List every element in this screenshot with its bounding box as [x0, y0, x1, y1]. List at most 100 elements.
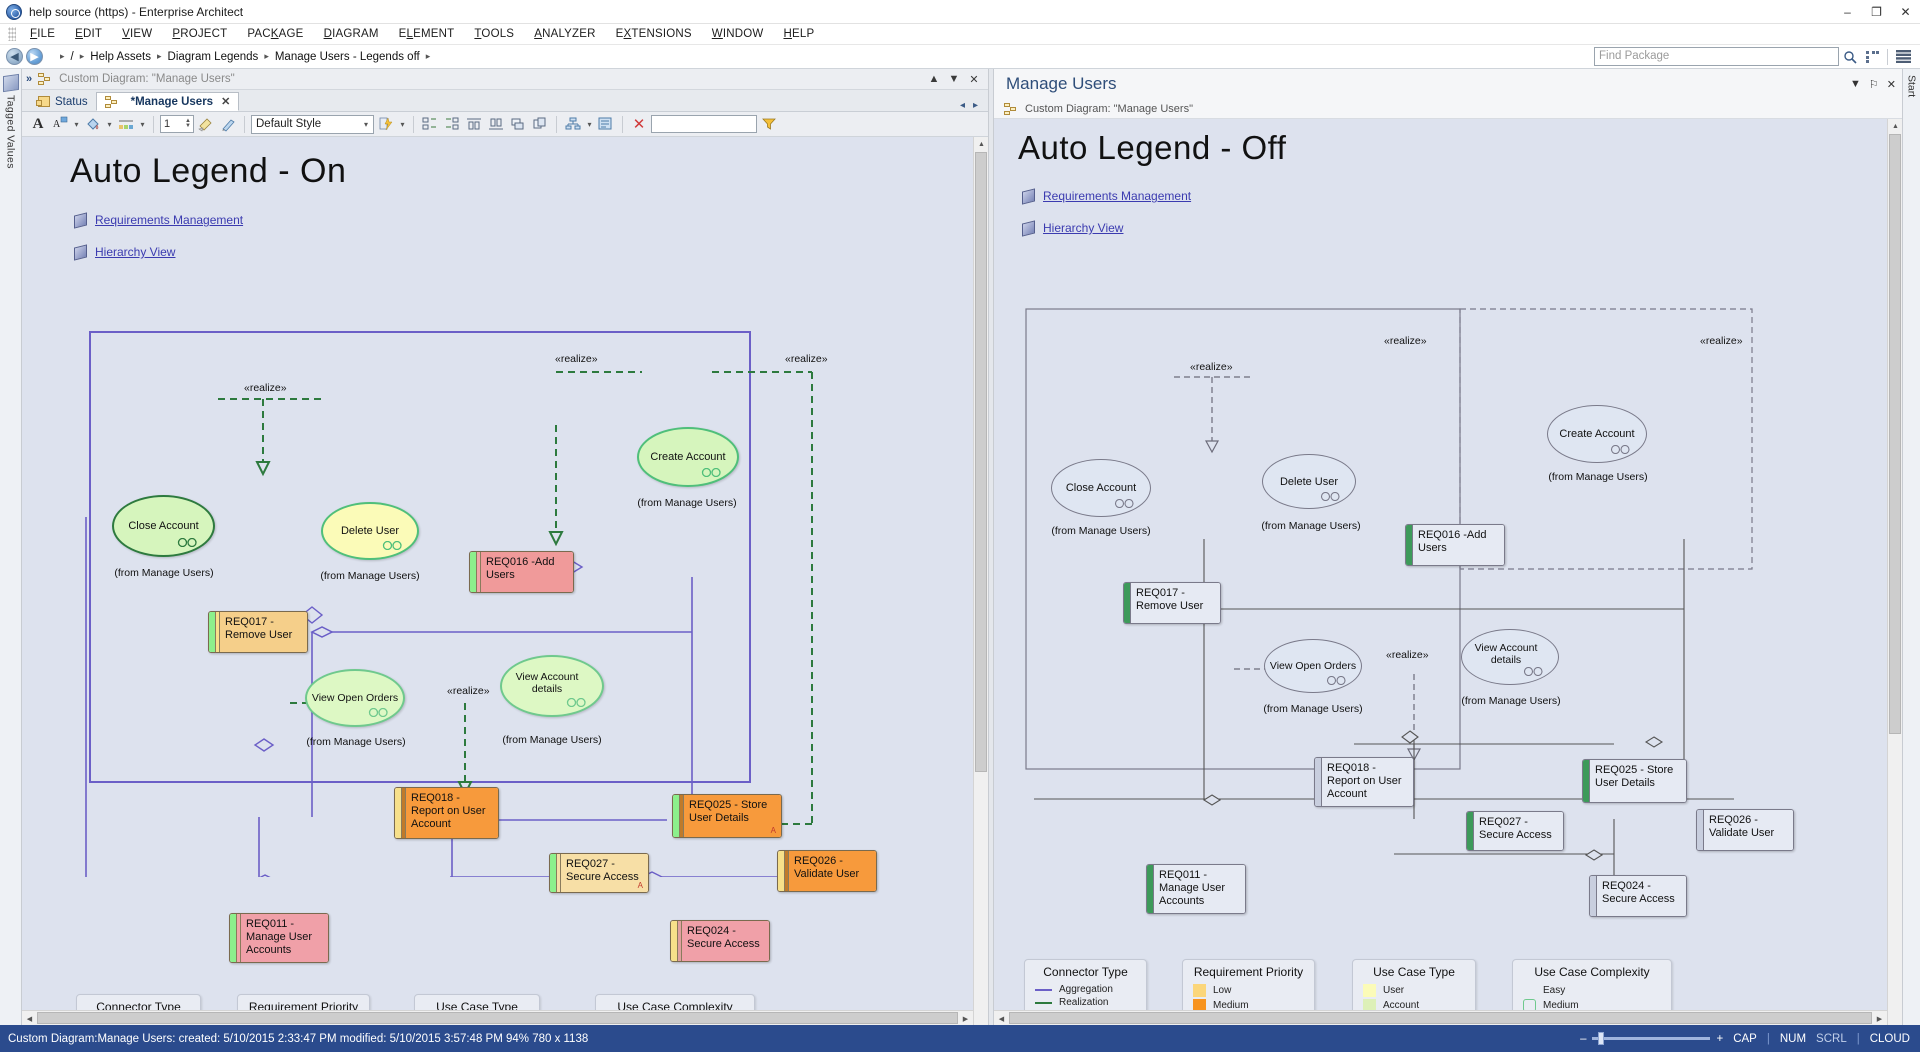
scroll-left-icon[interactable]: ◀ [994, 1011, 1009, 1025]
left-diagram-canvas[interactable]: Auto Legend - On Requirements Management… [22, 137, 988, 1025]
use-case-delete-user[interactable]: Delete User [1262, 454, 1356, 509]
chevron-down-icon[interactable]: ▼ [944, 73, 964, 85]
zoom-in-button[interactable]: + [1716, 1033, 1723, 1045]
requirement-req016[interactable]: REQ016 -Add Users [1405, 524, 1505, 566]
use-case-create-account[interactable]: Create Account [637, 427, 739, 487]
left-diagram-surface[interactable]: Auto Legend - On Requirements Management… [22, 137, 988, 1025]
hierarchy-icon[interactable] [1861, 47, 1883, 67]
tab-close-icon[interactable]: ✕ [221, 95, 230, 108]
use-case-view-open-orders[interactable]: View Open Orders [1264, 639, 1362, 693]
requirement-req018[interactable]: REQ018 - Report on User Account [394, 787, 499, 839]
use-case-create-account[interactable]: Create Account [1547, 405, 1647, 463]
scroll-left-icon[interactable]: ◀ [22, 1011, 37, 1025]
line-width-stepper[interactable]: 1 ▲ ▼ [160, 115, 194, 133]
use-case-close-account[interactable]: Close Account [112, 495, 215, 557]
requirement-req016[interactable]: REQ016 -Add Users [469, 551, 574, 593]
chevron-down-icon[interactable]: ▼ [1850, 78, 1861, 90]
expand-chevron-icon[interactable]: » [26, 73, 32, 85]
use-case-view-open-orders[interactable]: View Open Orders [305, 669, 405, 727]
menu-window[interactable]: WINDOW [702, 26, 774, 42]
scroll-thumb[interactable] [1009, 1012, 1872, 1024]
same-height-icon[interactable] [530, 114, 550, 134]
use-case-view-account-details[interactable]: View Account details [500, 655, 604, 717]
scroll-thumb[interactable] [975, 152, 987, 772]
breadcrumb-item-diagram-legends[interactable]: Diagram Legends [168, 51, 259, 63]
filter-icon[interactable] [759, 114, 779, 134]
requirement-req011[interactable]: REQ011 - Manage User Accounts [229, 913, 329, 963]
align-left-icon[interactable] [420, 114, 440, 134]
chevron-down-icon[interactable]: ▾ [359, 120, 373, 129]
requirement-req025[interactable]: REQ025 - Store User Details [1582, 759, 1687, 803]
right-vertical-scrollbar[interactable]: ▲ [1887, 119, 1902, 1025]
requirement-req018[interactable]: REQ018 - Report on User Account [1314, 757, 1414, 807]
tagged-values-label[interactable]: Tagged Values [5, 95, 17, 169]
requirement-req017[interactable]: REQ017 - Remove User [1123, 582, 1221, 624]
tagged-values-icon[interactable] [2, 73, 19, 93]
same-width-icon[interactable] [508, 114, 528, 134]
pin-icon[interactable]: ⚐ [1869, 78, 1879, 91]
find-package-input[interactable]: Find Package [1594, 47, 1839, 66]
scroll-up-icon[interactable]: ▲ [974, 137, 988, 152]
diagram-link-hierarchy-view[interactable]: Hierarchy View [74, 243, 175, 261]
requirement-req026[interactable]: REQ026 - Validate User [1696, 809, 1794, 851]
back-icon[interactable]: ◀ [6, 48, 23, 65]
menu-diagram[interactable]: DIAGRAM [314, 26, 389, 42]
menu-analyzer[interactable]: ANALYZER [524, 26, 605, 42]
requirement-req017[interactable]: REQ017 - Remove User [208, 611, 308, 653]
breadcrumb-item-help-assets[interactable]: Help Assets [90, 51, 151, 63]
collapse-up-icon[interactable]: ▲ [924, 73, 944, 85]
scroll-right-icon[interactable]: ▶ [958, 1011, 973, 1025]
tab-next-icon[interactable]: ▸ [969, 100, 982, 111]
line-style-icon[interactable] [116, 114, 136, 134]
menu-file[interactable]: FILE [20, 26, 65, 42]
menu-grip[interactable] [8, 27, 16, 41]
menu-extensions[interactable]: EXTENSIONS [606, 26, 702, 42]
diagram-filter-input[interactable] [651, 115, 757, 133]
menu-element[interactable]: ELEMENT [389, 26, 465, 42]
fill-bucket-icon[interactable] [83, 114, 103, 134]
apply-style-icon[interactable] [376, 114, 396, 134]
forward-icon[interactable]: ▶ [26, 48, 43, 65]
menu-help[interactable]: HELP [773, 26, 824, 42]
scroll-thumb[interactable] [37, 1012, 958, 1024]
left-vertical-scrollbar[interactable]: ▲ [973, 137, 988, 1025]
menu-project[interactable]: PROJECT [162, 26, 237, 42]
scroll-thumb[interactable] [1889, 134, 1901, 734]
zoom-slider[interactable]: – + [1580, 1032, 1723, 1045]
close-icon[interactable]: ✕ [964, 73, 984, 86]
requirement-req026[interactable]: REQ026 - Validate User [777, 850, 877, 892]
right-horizontal-scrollbar[interactable]: ◀ ▶ [994, 1010, 1887, 1025]
font-button[interactable]: A [28, 114, 48, 134]
menu-edit[interactable]: EDIT [65, 26, 112, 42]
diagram-link-requirements-management[interactable]: Requirements Management [1022, 187, 1191, 205]
menu-package[interactable]: PACKAGE [237, 26, 313, 42]
delete-button[interactable]: ✕ [629, 114, 649, 134]
auto-layout-dropdown-icon[interactable]: ▾ [585, 120, 594, 129]
tab-status[interactable]: Status [30, 92, 96, 111]
properties-icon[interactable] [596, 114, 616, 134]
menu-view[interactable]: VIEW [112, 26, 162, 42]
start-page-label[interactable]: Start [1906, 75, 1918, 97]
use-case-delete-user[interactable]: Delete User [321, 502, 419, 560]
apply-style-dropdown-icon[interactable]: ▾ [398, 120, 407, 129]
requirement-req025[interactable]: REQ025 - Store User Details A [672, 794, 782, 838]
fill-dropdown-icon[interactable]: ▾ [105, 120, 114, 129]
tab-manage-users[interactable]: *Manage Users ✕ [95, 92, 240, 111]
search-icon[interactable] [1839, 47, 1861, 67]
zoom-track[interactable] [1592, 1032, 1711, 1045]
right-diagram-canvas[interactable]: Auto Legend - Off Requirements Managemen… [994, 119, 1902, 1025]
right-diagram-surface[interactable]: Auto Legend - Off Requirements Managemen… [994, 119, 1902, 1025]
align-bottom-icon[interactable] [486, 114, 506, 134]
use-case-view-account-details[interactable]: View Account details [1461, 629, 1559, 685]
use-case-close-account[interactable]: Close Account [1051, 459, 1151, 517]
requirement-req024[interactable]: REQ024 - Secure Access [1589, 875, 1687, 917]
auto-layout-icon[interactable] [563, 114, 583, 134]
scroll-right-icon[interactable]: ▶ [1872, 1011, 1887, 1025]
left-horizontal-scrollbar[interactable]: ◀ ▶ [22, 1010, 973, 1025]
close-icon[interactable]: ✕ [1887, 78, 1896, 91]
maximize-button[interactable]: ❐ [1862, 0, 1891, 24]
stepper-arrows[interactable]: ▲ ▼ [185, 118, 193, 129]
requirement-req027[interactable]: REQ027 - Secure Access A [549, 853, 649, 893]
format-painter-icon[interactable] [196, 114, 216, 134]
requirement-req027[interactable]: REQ027 - Secure Access [1466, 811, 1564, 851]
